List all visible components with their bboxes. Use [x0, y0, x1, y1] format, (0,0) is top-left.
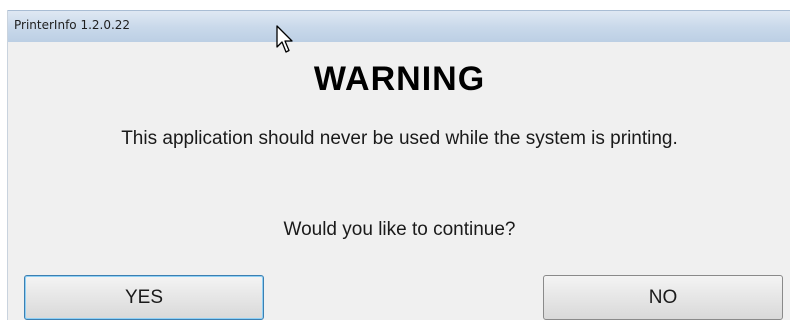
window-title: PrinterInfo 1.2.0.22 — [14, 18, 131, 32]
no-button[interactable]: NO — [543, 275, 783, 320]
mouse-pointer-icon — [276, 25, 293, 53]
no-button-label: NO — [648, 286, 678, 308]
dialog-content: WARNING This application should never be… — [8, 42, 790, 320]
yes-button[interactable]: YES — [24, 275, 264, 320]
warning-heading: WARNING — [313, 60, 486, 98]
title-bar[interactable]: PrinterInfo 1.2.0.22 — [8, 10, 790, 42]
warning-message: This application should never be used wh… — [121, 128, 678, 149]
continue-question: Would you like to continue? — [283, 219, 516, 240]
yes-button-label: YES — [124, 286, 164, 308]
dialog-window: PrinterInfo 1.2.0.22 WARNING This applic… — [7, 10, 790, 320]
